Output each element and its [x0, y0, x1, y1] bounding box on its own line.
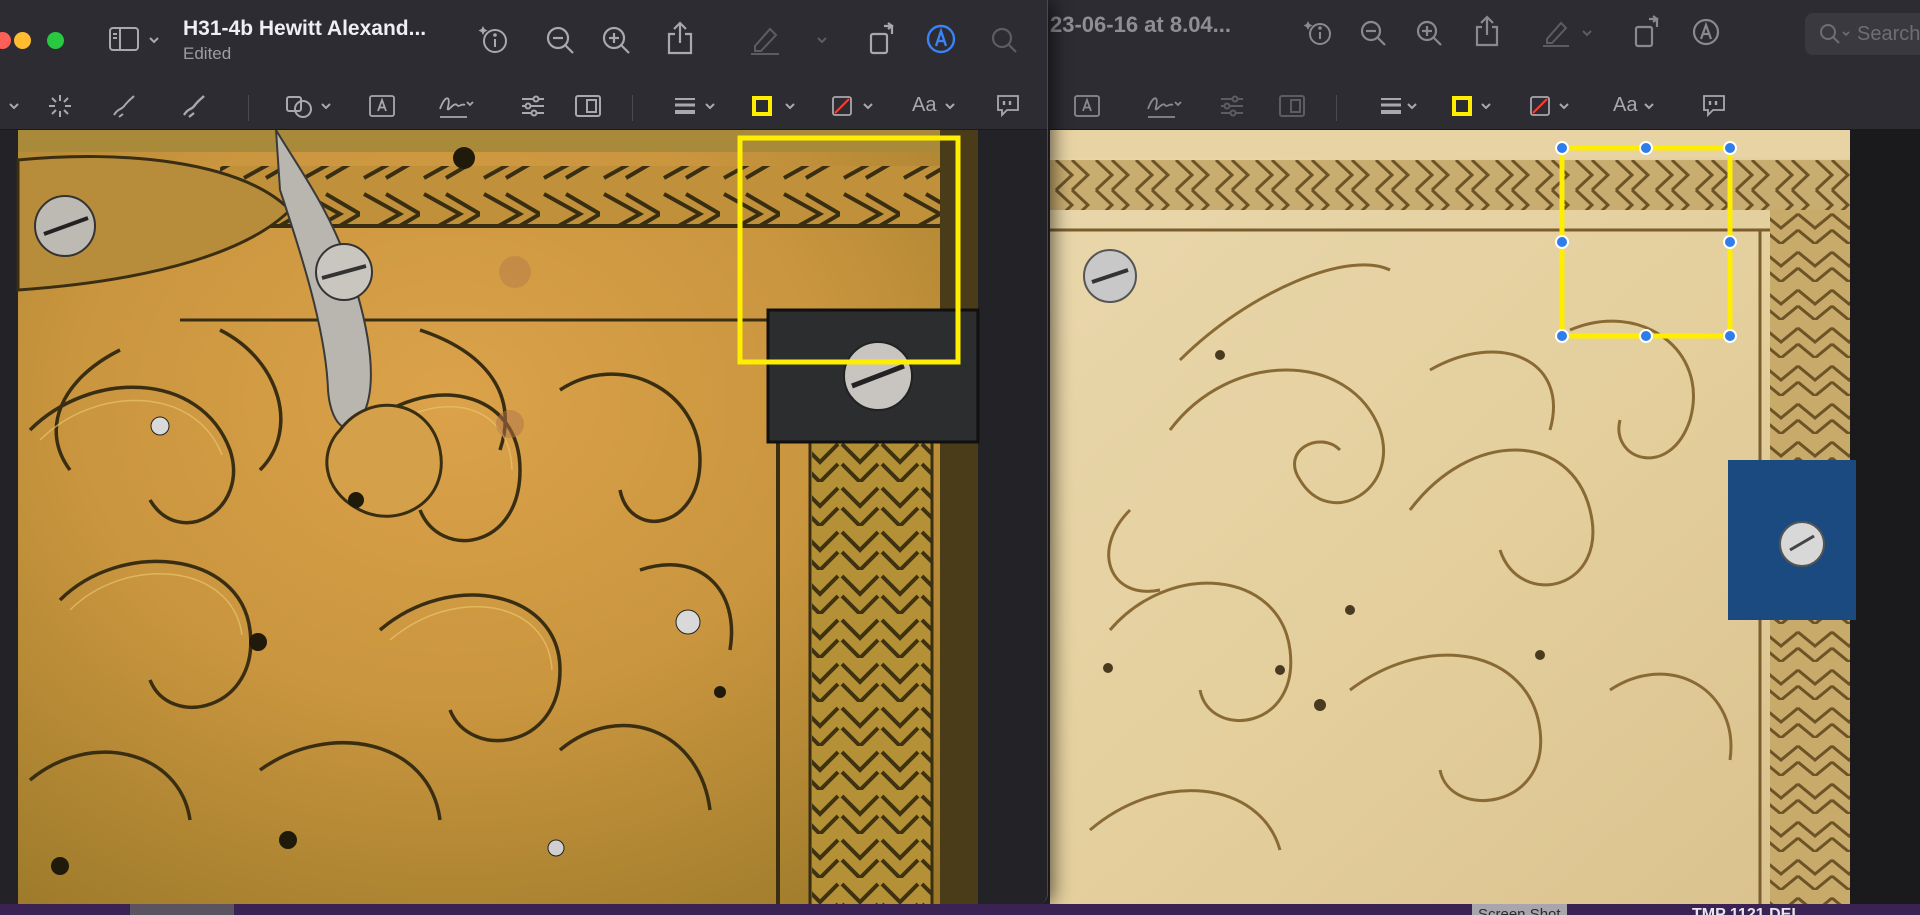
highlight-icon[interactable] — [748, 22, 782, 56]
adjust-size-icon[interactable] — [1278, 92, 1306, 120]
search-icon — [1817, 21, 1843, 47]
close-window-button[interactable] — [0, 32, 11, 49]
resize-handle-l[interactable] — [1555, 235, 1569, 249]
dock-item[interactable] — [130, 904, 234, 915]
search-field[interactable]: Search — [1805, 13, 1920, 55]
back-engraving-image — [1050, 130, 1920, 904]
search-placeholder: Search — [1857, 23, 1920, 45]
chevron-down-icon[interactable] — [320, 100, 332, 112]
instant-alpha-icon[interactable] — [46, 92, 74, 120]
desktop: 23-06-16 at 8.04... Search Aa H31-4b Hew… — [0, 0, 1920, 915]
chevron-down-icon[interactable] — [704, 100, 716, 112]
markup-icon[interactable] — [1690, 16, 1722, 48]
zoom-out-icon[interactable] — [1358, 18, 1388, 48]
zoom-out-icon[interactable] — [544, 24, 576, 56]
fill-color-icon[interactable] — [1528, 94, 1552, 118]
back-image-canvas[interactable] — [1050, 130, 1920, 904]
sign-icon[interactable] — [1144, 90, 1184, 122]
document-status: Edited — [183, 44, 232, 63]
search-icon[interactable] — [988, 24, 1020, 56]
chevron-down-icon[interactable] — [1580, 26, 1594, 40]
resize-handle-r[interactable] — [1723, 235, 1737, 249]
sidebar-icon[interactable] — [107, 25, 141, 53]
sign-icon[interactable] — [436, 90, 476, 122]
shape-style-icon[interactable] — [1378, 94, 1404, 118]
dock-item-label[interactable]: Screen Shot — [1472, 904, 1567, 915]
border-color-icon[interactable] — [750, 94, 774, 118]
highlight-icon[interactable] — [1540, 16, 1572, 48]
adjust-color-icon[interactable] — [519, 92, 547, 120]
fill-color-icon[interactable] — [830, 94, 854, 118]
info-icon[interactable] — [476, 22, 510, 56]
draw-icon[interactable] — [180, 92, 208, 120]
text-box-icon[interactable] — [1072, 91, 1102, 121]
chevron-down-icon[interactable] — [816, 34, 828, 46]
chevron-down-icon[interactable] — [1406, 100, 1418, 112]
chevron-down-icon[interactable] — [862, 100, 874, 112]
text-style-label[interactable]: Aa — [912, 94, 936, 117]
resize-handle-tr[interactable] — [1723, 141, 1737, 155]
front-engraving-image — [16, 130, 980, 904]
shape-style-icon[interactable] — [672, 94, 698, 118]
back-preview-window[interactable]: 23-06-16 at 8.04... Search Aa — [1040, 0, 1920, 904]
minimize-window-button[interactable] — [14, 32, 31, 49]
zoom-in-icon[interactable] — [600, 24, 632, 56]
border-color-icon[interactable] — [1450, 94, 1474, 118]
chevron-down-icon[interactable] — [1558, 100, 1570, 112]
share-icon[interactable] — [1472, 14, 1502, 48]
info-icon[interactable] — [1302, 16, 1334, 48]
back-window-title: 23-06-16 at 8.04... — [1050, 12, 1232, 37]
back-markup-toolbar: Aa — [1040, 82, 1920, 130]
resize-handle-t[interactable] — [1639, 141, 1653, 155]
chevron-down-icon[interactable] — [1480, 100, 1492, 112]
back-titlebar: 23-06-16 at 8.04... Search — [1040, 0, 1920, 82]
chevron-down-icon[interactable] — [1643, 100, 1655, 112]
markup-icon[interactable] — [924, 22, 958, 56]
toolbar-separator — [632, 95, 633, 121]
document-title: H31-4b Hewitt Alexand... — [183, 17, 427, 40]
toolbar-separator — [1336, 95, 1337, 121]
description-icon[interactable] — [1700, 93, 1728, 119]
shapes-icon[interactable] — [284, 92, 314, 120]
zoom-in-icon[interactable] — [1414, 18, 1444, 48]
description-icon[interactable] — [994, 93, 1022, 119]
resize-handle-bl[interactable] — [1555, 329, 1569, 343]
text-box-icon[interactable] — [368, 93, 396, 119]
rotate-icon[interactable] — [866, 20, 900, 58]
dock-item-label[interactable]: TMP 1121 DEL — [1692, 904, 1801, 915]
front-markup-toolbar: Aa — [0, 82, 1047, 130]
sketch-icon[interactable] — [110, 92, 138, 120]
chevron-down-icon — [1841, 29, 1851, 39]
chevron-down-icon[interactable] — [148, 34, 160, 46]
resize-handle-b[interactable] — [1639, 329, 1653, 343]
chevron-down-icon[interactable] — [784, 100, 796, 112]
resize-handle-br[interactable] — [1723, 329, 1737, 343]
rotate-icon[interactable] — [1632, 14, 1664, 50]
text-style-label[interactable]: Aa — [1613, 94, 1637, 117]
front-image-canvas[interactable] — [0, 130, 1047, 904]
chevron-down-icon[interactable] — [944, 100, 956, 112]
zoom-window-button[interactable] — [47, 32, 64, 49]
dock-strip: Screen Shot TMP 1121 DEL — [0, 904, 1920, 915]
resize-handle-tl[interactable] — [1555, 141, 1569, 155]
chevron-down-icon[interactable] — [8, 100, 20, 112]
adjust-size-icon[interactable] — [574, 92, 602, 120]
share-icon[interactable] — [664, 20, 696, 56]
adjust-color-icon[interactable] — [1218, 92, 1246, 120]
toolbar-separator — [248, 95, 249, 121]
front-preview-window[interactable]: H31-4b Hewitt Alexand... Edited Aa — [0, 0, 1048, 904]
front-titlebar: H31-4b Hewitt Alexand... Edited — [0, 0, 1047, 82]
